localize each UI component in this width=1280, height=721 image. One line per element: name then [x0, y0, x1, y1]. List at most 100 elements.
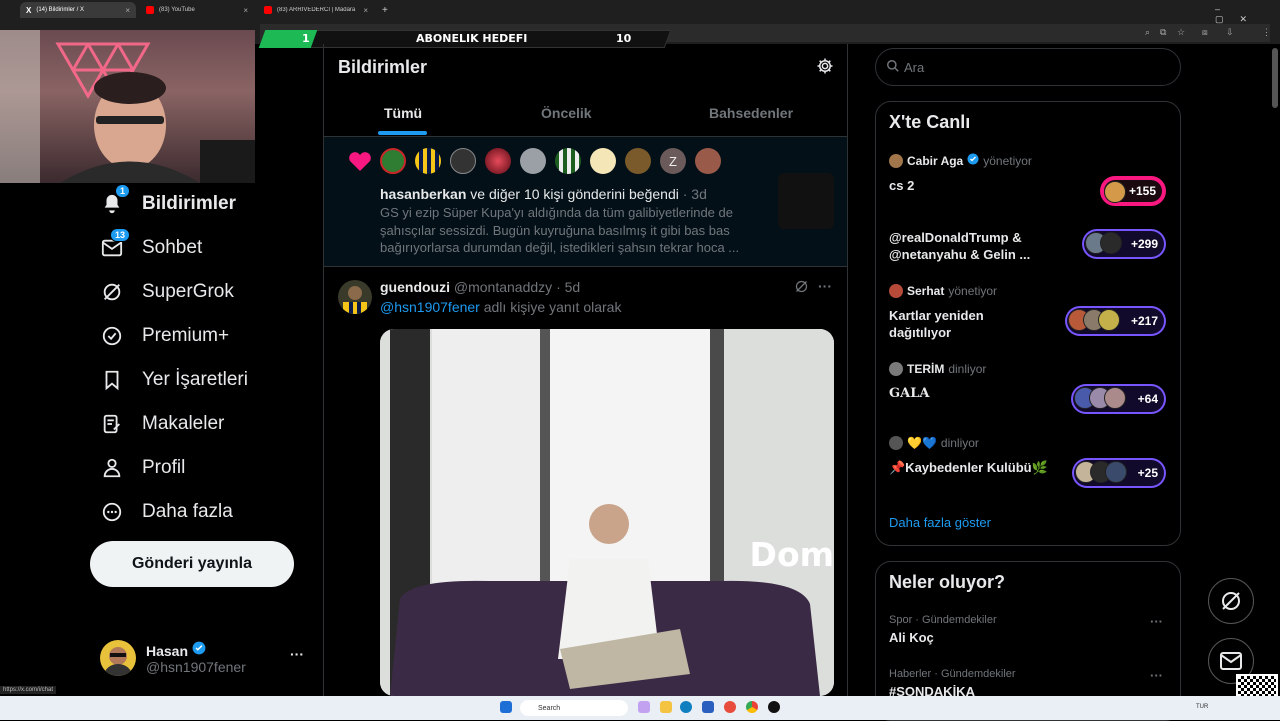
space-listeners-pill[interactable]: +299: [1082, 229, 1166, 259]
nav-bookmarks[interactable]: Yer İşaretleri: [100, 365, 248, 395]
listener-count: +299: [1130, 237, 1158, 251]
account-handle: @hsn1907fener: [146, 659, 246, 675]
nav-articles[interactable]: Makaleler: [100, 409, 224, 439]
trend-context: Spor · Gündemdekiler: [889, 614, 997, 626]
liker-avatar[interactable]: Z: [660, 148, 686, 174]
verified-icon: [967, 153, 979, 168]
trend-name[interactable]: Ali Koç: [889, 630, 934, 645]
close-icon[interactable]: ×: [125, 6, 130, 15]
status-url: https://x.com/i/chat: [0, 686, 57, 694]
space-listeners-pill[interactable]: +64: [1071, 384, 1166, 414]
tab-all[interactable]: Tümü: [384, 105, 422, 121]
nav-more[interactable]: Daha fazla: [100, 497, 233, 527]
app-icon[interactable]: [638, 701, 650, 713]
extension-icon[interactable]: ⧉: [1160, 27, 1166, 38]
account-more-icon[interactable]: ···: [290, 646, 304, 662]
taskbar-search[interactable]: Search: [520, 700, 628, 716]
listener-count: +217: [1130, 314, 1158, 328]
tab-label: (14) Bildirimler / X: [36, 7, 85, 13]
menu-icon[interactable]: ⋮: [1262, 27, 1271, 38]
close-icon[interactable]: ×: [243, 6, 248, 15]
host-avatar: [889, 284, 903, 298]
space-listeners-pill[interactable]: +25: [1072, 458, 1166, 488]
start-icon[interactable]: [500, 701, 512, 713]
app-icon[interactable]: [724, 701, 736, 713]
listener-avatar: [1100, 232, 1122, 254]
show-more-link[interactable]: Daha fazla göster: [889, 515, 991, 530]
post-button[interactable]: Gönderi yayınla: [90, 541, 294, 587]
settings-gear-icon[interactable]: [816, 57, 834, 80]
x-logo-icon: X: [26, 5, 32, 15]
listener-avatar: [1104, 181, 1126, 203]
folder-icon[interactable]: [660, 701, 672, 713]
liker-avatar[interactable]: [380, 148, 406, 174]
reply-header: guendouzi @montanaddzy · 5d: [380, 279, 580, 295]
nav-notifications[interactable]: 1 Bildirimler: [100, 184, 236, 219]
grok-icon: [100, 280, 124, 304]
nav-label: Sohbet: [142, 237, 203, 258]
liker-avatar[interactable]: [625, 148, 651, 174]
nav-label: Yer İşaretleri: [142, 369, 248, 390]
close-icon[interactable]: ×: [363, 6, 368, 15]
liker-avatar[interactable]: [415, 148, 441, 174]
grok-icon[interactable]: [794, 279, 809, 299]
language-indicator[interactable]: TUR: [1196, 704, 1208, 710]
heart-icon: [348, 150, 372, 177]
avatar[interactable]: [338, 280, 372, 314]
store-icon[interactable]: [702, 701, 714, 713]
space-title[interactable]: 📌Kaybedenler Kulübü🌿: [889, 459, 1059, 476]
browser-tab-youtube[interactable]: (83) YouTube ×: [140, 2, 254, 18]
extensions-icon[interactable]: ⧈: [1202, 27, 1208, 38]
trend-more-icon[interactable]: ···: [1150, 668, 1163, 683]
space-title[interactable]: GALA: [889, 385, 1009, 402]
window-controls[interactable]: –▢✕: [1215, 4, 1280, 25]
liker-avatar[interactable]: [520, 148, 546, 174]
browser-tab-x[interactable]: X (14) Bildirimler / X ×: [20, 2, 136, 18]
liker-avatar[interactable]: [555, 148, 581, 174]
more-icon[interactable]: ···: [818, 278, 832, 294]
liker-avatar[interactable]: [485, 148, 511, 174]
scrollbar-thumb[interactable]: [1272, 48, 1278, 108]
new-tab-label: +: [382, 4, 388, 16]
liker-avatar[interactable]: [590, 148, 616, 174]
liker-avatar[interactable]: [695, 148, 721, 174]
search-input[interactable]: Ara: [875, 48, 1181, 86]
reply-author-handle[interactable]: @montanaddzy: [454, 279, 552, 295]
tab-mentions[interactable]: Bahsedenler: [709, 105, 793, 121]
space-title[interactable]: @realDonaldTrump & @netanyahu & Gelin ..…: [889, 229, 1049, 263]
nav-chat[interactable]: 13 Sohbet: [100, 228, 203, 263]
new-tab-button[interactable]: +: [376, 2, 392, 18]
avatar[interactable]: [100, 640, 136, 676]
space-listeners-pill[interactable]: +155: [1100, 176, 1166, 206]
reply-to-link[interactable]: @hsn1907fener: [380, 299, 480, 315]
star-icon[interactable]: ☆: [1177, 27, 1185, 38]
trend-more-icon[interactable]: ···: [1150, 614, 1163, 629]
video-player[interactable]: Dom: [380, 329, 834, 696]
edge-icon[interactable]: [680, 701, 692, 713]
post-thumbnail[interactable]: [778, 173, 834, 229]
video-overlay-text: Dom: [749, 535, 834, 574]
downloads-icon[interactable]: ⇩: [1226, 27, 1234, 38]
app-icon[interactable]: [768, 701, 780, 713]
nav-profile[interactable]: Profil: [100, 453, 185, 483]
account-name-row: Hasan: [146, 641, 206, 660]
space-listeners-pill[interactable]: +217: [1065, 306, 1166, 336]
youtube-icon: [146, 6, 154, 14]
grok-fab-button[interactable]: [1208, 578, 1254, 624]
space-title[interactable]: cs 2: [889, 177, 1039, 194]
active-tab-indicator: [378, 131, 427, 135]
host-role: dinliyor: [948, 362, 987, 376]
tab-priority[interactable]: Öncelik: [541, 105, 592, 121]
listener-count: +155: [1128, 184, 1156, 198]
browser-tab-youtube-video[interactable]: (83) ARRIVEDERCI | Madara Oli... ×: [258, 2, 374, 18]
nav-supergrok[interactable]: SuperGrok: [100, 277, 234, 307]
space-title[interactable]: Kartlar yeniden dağıtılıyor: [889, 307, 1009, 341]
reply-author-name[interactable]: guendouzi: [380, 279, 450, 295]
liker-name[interactable]: hasanberkan: [380, 186, 466, 202]
chrome-icon[interactable]: [746, 701, 758, 713]
liker-avatar[interactable]: [450, 148, 476, 174]
tab-label: (83) YouTube: [159, 7, 195, 13]
nav-premium[interactable]: Premium+: [100, 321, 229, 351]
zoom-icon[interactable]: ⌕: [1145, 27, 1150, 38]
taskbar-search-label: Search: [538, 704, 561, 712]
